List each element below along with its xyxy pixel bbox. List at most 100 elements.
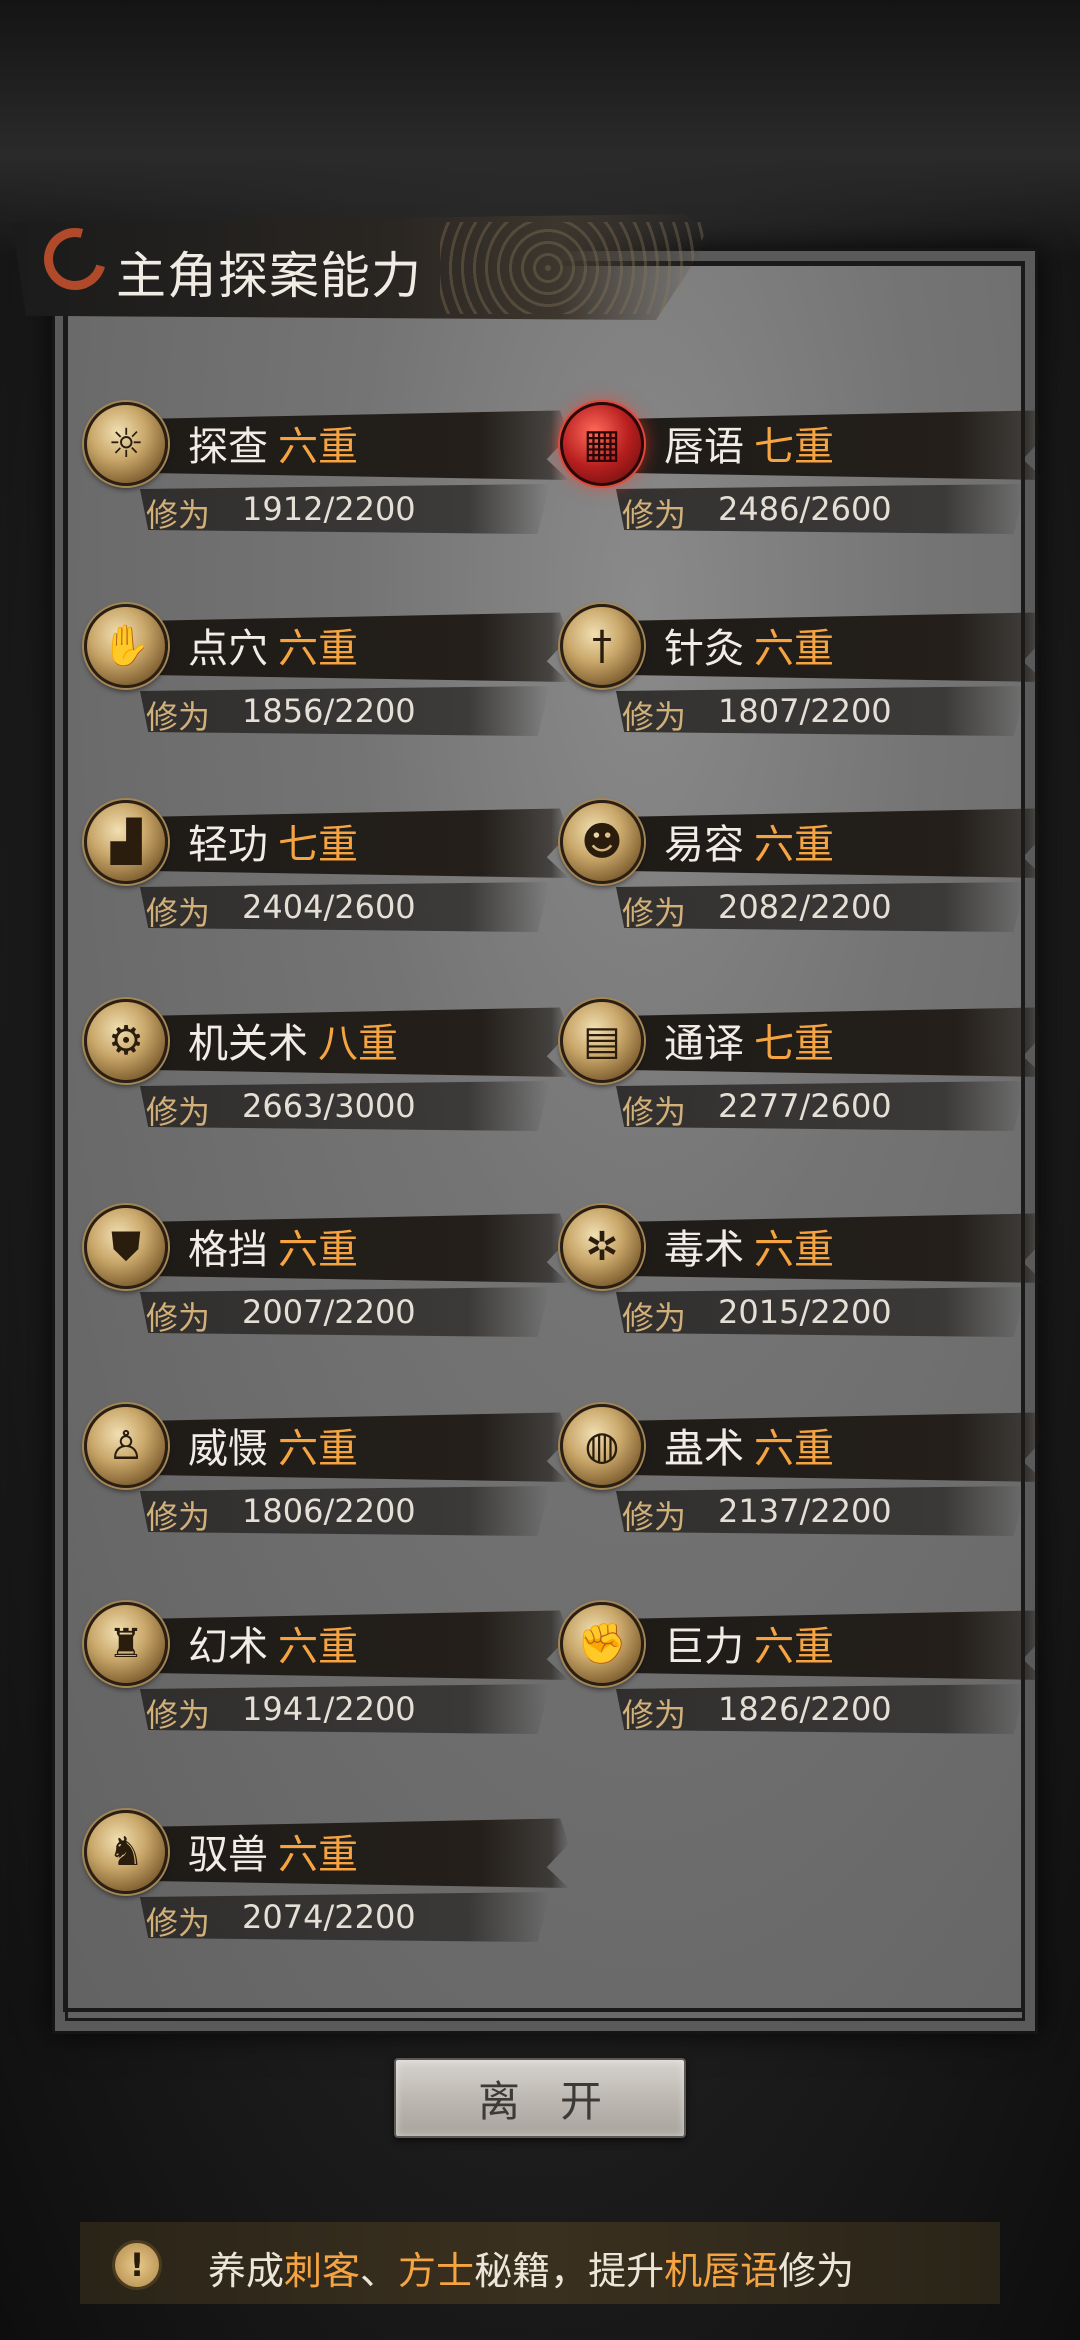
skill-level: 六重 [278,626,358,672]
cultivation-value: 2663/3000 [242,1087,416,1125]
skill-level: 六重 [754,1227,834,1273]
skill-level: 六重 [278,1227,358,1273]
page-title: 主角探案能力 [116,247,422,305]
skill-item-2[interactable]: ▦ 唇语 七重 修为 2486/2600 [560,396,1050,536]
skill-name: 驭兽 [188,1832,268,1878]
gear-icon: ⚙ [84,999,168,1083]
cultivation-value: 2277/2600 [718,1087,892,1125]
worm-icon: ◍ [560,1404,644,1488]
skill-title: 巨力 六重 [664,1614,834,1672]
cultivation-label: 修为 [146,496,211,534]
cultivation-value: 1856/2200 [242,692,416,730]
cultivation-value: 1826/2200 [718,1690,892,1728]
skill-level: 六重 [754,626,834,672]
finger-strike-icon: ✋ [84,604,168,688]
cultivation-label: 修为 [146,894,211,932]
skill-item-14[interactable]: ✊ 巨力 六重 修为 1826/2200 [560,1596,1050,1736]
tip-segment: 养成 [208,2249,285,2293]
shield-icon: ⛊ [84,1205,168,1289]
skill-title: 易容 六重 [664,812,834,870]
skill-title: 毒术 六重 [664,1217,834,1275]
skill-name: 唇语 [664,424,744,470]
skill-name: 针灸 [664,626,744,672]
cultivation-label: 修为 [146,1299,211,1337]
cultivation-label: 修为 [622,1498,687,1536]
skill-item-3[interactable]: ✋ 点穴 六重修为 1856/2200 [84,598,574,738]
skill-item-8[interactable]: ▤ 通译 七重修为 2277/2600 [560,993,1050,1133]
skill-item-1[interactable]: ☼ 探查 六重修为 1912/2200 [84,396,574,536]
cultivation-label: 修为 [146,698,211,736]
skill-title: 针灸 六重 [664,616,834,674]
tip-highlight: 方士 [398,2249,475,2293]
cultivation-value: 2486/2600 [718,490,892,528]
skill-title: 幻术 六重 [188,1614,358,1672]
skill-name: 威慑 [188,1426,268,1472]
wolf-icon: ♞ [84,1810,168,1894]
skill-level: 八重 [318,1021,398,1067]
skill-level: 六重 [278,424,358,470]
skill-name: 通译 [664,1021,744,1067]
skill-name: 巨力 [664,1624,744,1670]
cultivation-value: 1941/2200 [242,1690,416,1728]
skill-title: 机关术 八重 [188,1011,398,1069]
skill-title: 格挡 六重 [188,1217,358,1275]
needle-icon: † [560,604,644,688]
red-lantern-icon: ▦ [560,402,644,486]
skill-item-6[interactable]: ☻ 易容 六重 修为 2082/2200 [560,794,1050,934]
scroll-icon: ▤ [560,999,644,1083]
cultivation-value: 2074/2200 [242,1898,416,1936]
skill-name: 轻功 [188,822,268,868]
fist-icon: ✊ [560,1602,644,1686]
skill-level: 六重 [278,1832,358,1878]
skill-item-7[interactable]: ⚙ 机关术 八重修为 2663/3000 [84,993,574,1133]
skill-name: 机关术 [188,1021,308,1067]
leave-button[interactable]: 离开 [394,2058,686,2138]
skill-level: 七重 [754,424,834,470]
skill-name: 点穴 [188,626,268,672]
skill-title: 驭兽 六重 [188,1822,358,1880]
skill-title: 威慑 六重 [188,1416,358,1474]
skill-item-13[interactable]: ♜ 幻术 六重 修为 1941/2200 [84,1596,574,1736]
tip-segment: 、 [360,2249,399,2293]
lantern-icon: ☼ [84,402,168,486]
skill-name: 毒术 [664,1227,744,1273]
spider-icon: ✲ [560,1205,644,1289]
skill-item-12[interactable]: ◍ 蛊术 六重 修为 2137/2200 [560,1398,1050,1538]
cultivation-value: 1912/2200 [242,490,416,528]
cultivation-value: 2404/2600 [242,888,416,926]
skill-item-15[interactable]: ♞ 驭兽 六重修为 2074/2200 [84,1804,574,1944]
skill-name: 探查 [188,424,268,470]
skill-title: 唇语 七重 [664,414,834,472]
skill-level: 七重 [754,1021,834,1067]
skill-level: 七重 [278,822,358,868]
skill-name: 蛊术 [664,1426,744,1472]
skill-item-11[interactable]: ♙ 威慑 六重修为 1806/2200 [84,1398,574,1538]
cultivation-label: 修为 [622,1093,687,1131]
exclamation-icon: ! [112,2240,162,2290]
cultivation-value: 1807/2200 [718,692,892,730]
skill-item-4[interactable]: † 针灸 六重修为 1807/2200 [560,598,1050,738]
cultivation-value: 2007/2200 [242,1293,416,1331]
tip-highlight: 机唇语 [664,2249,779,2293]
tip-highlight: 刺客 [284,2249,361,2293]
cultivation-label: 修为 [146,1093,211,1131]
skill-item-5[interactable]: ▟ 轻功 七重修为 2404/2600 [84,794,574,934]
cultivation-value: 1806/2200 [242,1492,416,1530]
boot-icon: ▟ [84,800,168,884]
skill-item-10[interactable]: ✲ 毒术 六重修为 2015/2200 [560,1199,1050,1339]
tip-segment: 秘籍，提升 [474,2249,665,2293]
cultivation-label: 修为 [146,1696,211,1734]
skill-level: 六重 [278,1624,358,1670]
warrior-icon: ♙ [84,1404,168,1488]
skill-level: 六重 [278,1426,358,1472]
skill-level: 六重 [754,1624,834,1670]
tip-text: 养成刺客、方士秘籍，提升机唇语修为 [208,2240,854,2295]
skill-level: 六重 [754,1426,834,1472]
cultivation-label: 修为 [146,1498,211,1536]
cultivation-value: 2015/2200 [718,1293,892,1331]
skill-item-9[interactable]: ⛊ 格挡 六重修为 2007/2200 [84,1199,574,1339]
cultivation-label: 修为 [622,1299,687,1337]
skill-level: 六重 [754,822,834,868]
cultivation-label: 修为 [146,1904,211,1942]
cultivation-label: 修为 [622,698,687,736]
